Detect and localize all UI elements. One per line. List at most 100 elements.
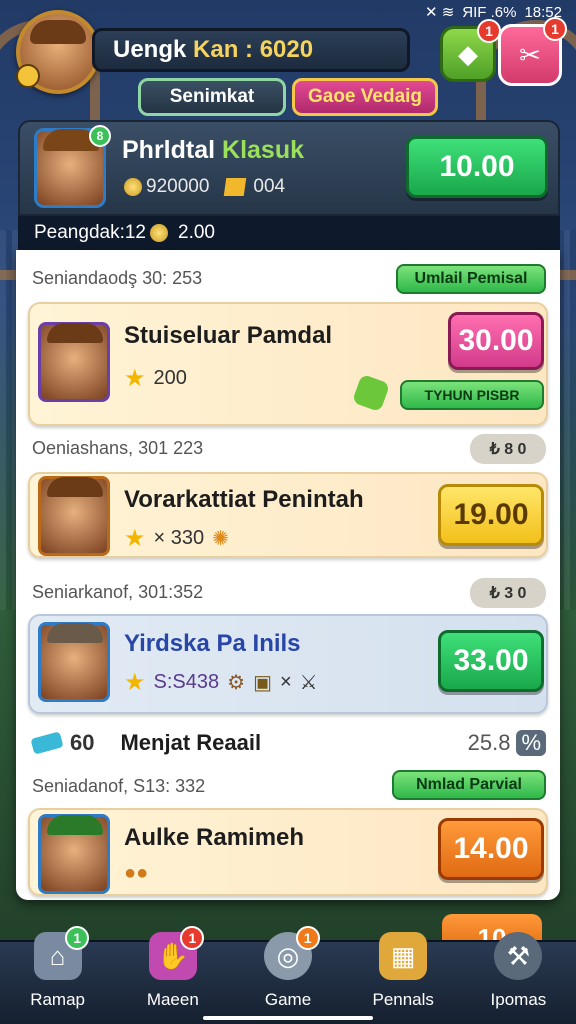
nav-maeen[interactable]: ✋ 1 Maeen [115,926,230,1024]
nav-game[interactable]: ◎ 1 Game [230,926,345,1024]
card-price-button[interactable]: 33.00 [438,630,544,692]
coin-stat: 920000 [124,176,209,198]
offer-card[interactable]: Yirdska Pa Inils ★ S:S438 ⚙ ▣ × ⚔ 33.00 [28,614,548,714]
card-avatar [38,622,110,702]
nav-label: Pennals [372,990,434,1009]
signal-icon: ✕ ≋ [424,4,455,21]
featured-title-accent: Klasuk [222,136,305,164]
gem-icon: ◆ [458,38,478,69]
offer-card[interactable]: Stuiseluar Pamdal ★ 200 30.00 TYHUN PISBR [28,302,548,426]
info-value: 2.00 [178,222,215,243]
section-price-pill: ₺ 3 0 [470,578,546,608]
tools-notification-badge: 1 [543,17,567,41]
section-label: Oeniashans, 301 223 [32,438,204,458]
nav-label: Game [264,990,312,1009]
medal-icon: ✺ [212,528,229,550]
home-indicator[interactable] [203,1016,373,1020]
nav-pennals[interactable]: ▦ Pennals [346,932,461,1024]
wrench-icon: ✂ [519,39,541,70]
cowboy-hat-icon [47,477,103,497]
clover-icon [351,373,391,413]
cube-icon [224,177,247,196]
nav-ipomas[interactable]: ⚒ Ipomas [461,932,576,1024]
player-avatar[interactable] [16,10,100,94]
section-label: Seniandaodş 30: 253 [32,268,203,288]
coin-badge-icon [16,64,40,88]
star-icon: ★ [124,365,146,392]
featured-player-panel: 8 Phrldtal Klasuk 920000 004 10.00 [18,120,560,216]
star-icon: ★ [124,525,146,552]
shield-icon: ▣ [253,672,272,694]
card-avatar [38,476,110,556]
player-name-prefix: Uengk [113,36,187,63]
featured-player-avatar[interactable]: 8 [34,125,111,208]
nav-label: Ramap [30,990,85,1009]
featured-stats: 920000 004 [124,176,285,198]
ticket-icon [30,731,64,755]
helmet-icon [47,623,103,643]
nav-label: Maeen [146,990,199,1009]
cube-stat: 004 [224,176,286,198]
nav-badge: 1 [65,926,90,950]
coin-icon [124,177,142,196]
card-stats: ★ × 330 ✺ [124,524,229,553]
green-hat-icon [47,815,103,835]
card-stat-value: × 330 [153,527,205,549]
gem-button[interactable]: ◆ 1 [440,19,501,82]
offer-list: Seniandaodş 30: 253 Umlail Pemisal Stuis… [16,250,560,900]
link-icon: % [516,730,546,756]
coin-icon [150,224,168,242]
card-title: Aulke Ramimeh [124,824,305,851]
nav-label: Ipomas [490,990,547,1009]
card-title: Vorarkattiat Penintah [124,486,364,513]
section-label: Seniarkanof, 301:352 [32,582,204,602]
offer-card[interactable]: Vorarkattiat Penintah ★ × 330 ✺ 19.00 [28,472,548,558]
player-name-highlight: Kan : 6020 [193,36,314,63]
card-avatar [38,814,110,894]
chest-icon: ▦ [379,932,428,980]
nav-badge: 1 [295,926,320,950]
level-badge: 8 [89,125,111,147]
section-action-button[interactable]: Umlail Pemisal [396,264,546,294]
cowboy-hat-icon [47,323,103,343]
info-bar: Peangdak:12 2.00 [18,216,560,250]
tools-button[interactable]: ✂ 1 [498,17,567,86]
nav-ramap[interactable]: ⌂ 1 Ramap [0,926,115,1024]
featured-title-main: Phrldtal [122,136,216,164]
wrench-icon: ⚒ [494,932,543,980]
card-stats: ★ S:S438 ⚙ ▣ × ⚔ [124,668,318,697]
card-extra: × [279,671,292,693]
cookie-icon: ●● [124,862,149,884]
gear-icon: ⚙ [227,672,246,694]
reward-title: Menjat Reaail [120,730,262,755]
card-title: Stuiseluar Pamdal [124,322,333,349]
featured-price-button[interactable]: 10.00 [406,136,548,198]
cowboy-hat-icon [30,20,86,44]
cube-value: 004 [253,176,286,197]
battery-text: ЯIF .6% [462,3,517,21]
card-price-button[interactable]: 19.00 [438,484,544,546]
card-stats: ★ 200 [124,364,187,393]
card-stat-value: 200 [153,367,187,389]
reward-value: 60 [70,730,95,755]
coin-value: 920000 [146,176,210,197]
featured-title: Phrldtal Klasuk [122,136,304,165]
card-price-button[interactable]: 14.00 [438,818,544,880]
card-stats: ●● [124,862,148,885]
offer-card[interactable]: Aulke Ramimeh ●● 14.00 [28,808,548,896]
star-icon: ★ [124,669,146,696]
player-name-bar: Uengk Kan : 6020 [92,28,410,72]
card-sub-button[interactable]: TYHUN PISBR [400,380,544,410]
tab-gaoe-vedaig[interactable]: Gaoe Vedaig [292,78,438,116]
reward-row[interactable]: 60 Menjat Reaail 25.8 % [30,726,546,760]
section-price-pill: ₺ 8 0 [470,434,546,464]
reward-right: 25.8 [467,730,511,755]
nav-badge: 1 [180,926,205,950]
section-label: Seniadanof, S13: 332 [32,776,206,796]
card-price-button[interactable]: 30.00 [448,312,544,370]
card-stat-value: S:S438 [153,671,220,693]
tab-senimkat[interactable]: Senimkat [138,78,286,116]
card-title: Yirdska Pa Inils [124,630,301,657]
section-action-button[interactable]: Nmlad Parvial [392,770,546,800]
crossed-swords-icon: ⚔ [299,672,318,694]
